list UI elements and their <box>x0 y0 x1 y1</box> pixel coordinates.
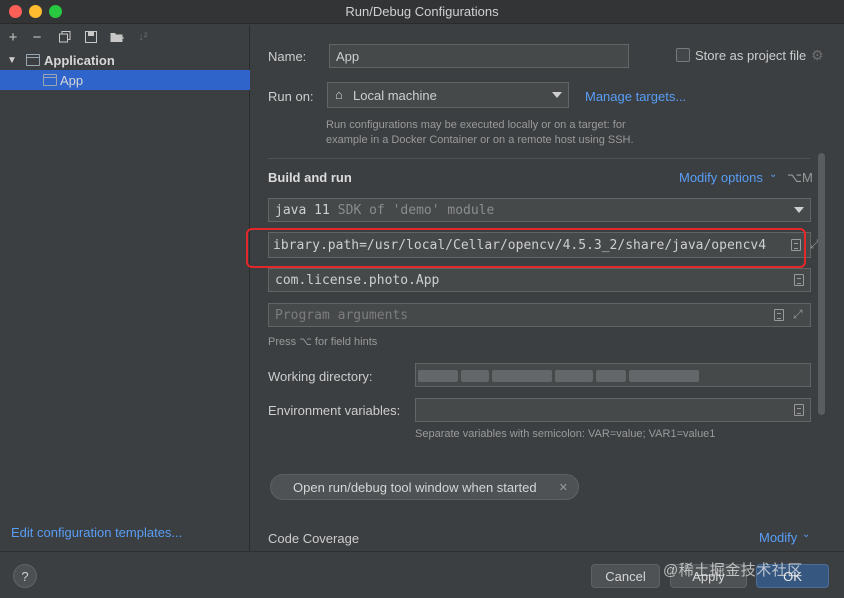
title-bar: Run/Debug Configurations <box>0 0 844 24</box>
configurations-sidebar: + − ↓² ▼ Application App Edit configurat… <box>0 25 250 551</box>
expand-icon[interactable]: ⤢ <box>793 307 803 322</box>
sort-icon[interactable]: ↓² <box>134 28 152 46</box>
plus-icon[interactable]: + <box>4 28 22 46</box>
application-icon <box>43 74 57 86</box>
main-class-field[interactable]: com.license.photo.App <box>268 268 811 292</box>
chevron-down-icon[interactable]: ▼ <box>7 55 17 66</box>
open-tool-window-label: Open run/debug tool window when started <box>293 479 537 495</box>
modify-options-shortcut: ⌥M <box>787 170 813 185</box>
build-and-run-title: Build and run <box>268 170 352 185</box>
gear-icon[interactable]: ⚙ <box>811 47 824 64</box>
tree-group-application[interactable]: ▼ Application <box>0 50 250 70</box>
minus-icon[interactable]: − <box>28 28 46 46</box>
chevron-down-icon <box>794 207 804 213</box>
name-field[interactable]: App <box>329 44 629 68</box>
sdk-dropdown[interactable]: java 11 SDK of 'demo' module <box>268 198 811 222</box>
scrollbar[interactable] <box>818 153 825 415</box>
home-icon: ⌂ <box>335 87 343 102</box>
vm-options-field[interactable]: ibrary.path=/usr/local/Cellar/opencv/4.5… <box>268 232 820 258</box>
name-label: Name: <box>268 49 307 64</box>
apply-button[interactable]: Apply <box>670 564 747 588</box>
folder-icon[interactable] <box>108 28 126 46</box>
run-on-hint: Run configurations may be executed local… <box>326 119 634 146</box>
close-icon[interactable]: ✕ <box>559 481 568 494</box>
tree-item-app[interactable]: App <box>0 70 250 90</box>
environment-variables-hint: Separate variables with semicolon: VAR=v… <box>415 428 716 440</box>
cancel-button[interactable]: Cancel <box>591 564 660 588</box>
name-value: App <box>336 48 360 64</box>
redacted-working-directory <box>418 368 788 384</box>
program-arguments-field[interactable]: Program arguments ⤢ <box>268 303 811 327</box>
document-icon[interactable] <box>794 274 804 286</box>
modify-options-link[interactable]: Modify options <box>679 170 763 185</box>
help-button[interactable]: ? <box>13 564 37 588</box>
chevron-down-icon[interactable]: ⌄ <box>769 169 777 180</box>
environment-variables-label: Environment variables: <box>268 403 401 418</box>
open-tool-window-option[interactable]: Open run/debug tool window when started … <box>270 474 579 500</box>
document-icon[interactable] <box>791 239 801 251</box>
sdk-value: java 11 <box>275 202 330 218</box>
working-directory-label: Working directory: <box>268 369 373 384</box>
manage-targets-link[interactable]: Manage targets... <box>585 89 686 104</box>
code-coverage-label: Code Coverage <box>268 531 360 546</box>
chevron-down-icon <box>552 92 562 98</box>
ok-button[interactable]: OK <box>756 564 829 588</box>
application-icon <box>26 54 40 66</box>
modify-link[interactable]: Modify <box>759 530 797 545</box>
run-on-label: Run on: <box>268 89 314 104</box>
chevron-down-icon[interactable]: ⌄ <box>802 529 810 540</box>
edit-configuration-templates-link[interactable]: Edit configuration templates... <box>11 525 182 540</box>
document-icon[interactable] <box>794 404 804 416</box>
tree-group-label: Application <box>44 52 115 68</box>
tree-item-label: App <box>60 72 84 88</box>
sdk-suffix: SDK of 'demo' module <box>337 202 495 218</box>
run-on-dropdown[interactable]: ⌂ Local machine <box>327 82 569 108</box>
configuration-form: Name: App Store as project file ⚙ Run on… <box>251 25 844 551</box>
copy-icon[interactable] <box>56 28 74 46</box>
field-hints-text: Press ⌥ for field hints <box>268 336 378 348</box>
store-as-project-file-checkbox[interactable] <box>676 48 690 62</box>
environment-variables-field[interactable] <box>415 398 811 422</box>
document-icon[interactable] <box>774 309 784 321</box>
save-icon[interactable] <box>82 28 100 46</box>
vm-options-value: ibrary.path=/usr/local/Cellar/opencv/4.5… <box>273 237 767 253</box>
store-as-project-file-label: Store as project file <box>695 48 807 63</box>
program-arguments-placeholder: Program arguments <box>275 307 409 323</box>
divider <box>268 158 810 159</box>
window-title: Run/Debug Configurations <box>345 4 499 19</box>
sidebar-toolbar: + − ↓² <box>0 25 250 49</box>
dialog-button-bar: ? Cancel Apply OK <box>0 551 844 598</box>
main-class-value: com.license.photo.App <box>275 272 440 288</box>
run-on-value: Local machine <box>353 88 437 103</box>
